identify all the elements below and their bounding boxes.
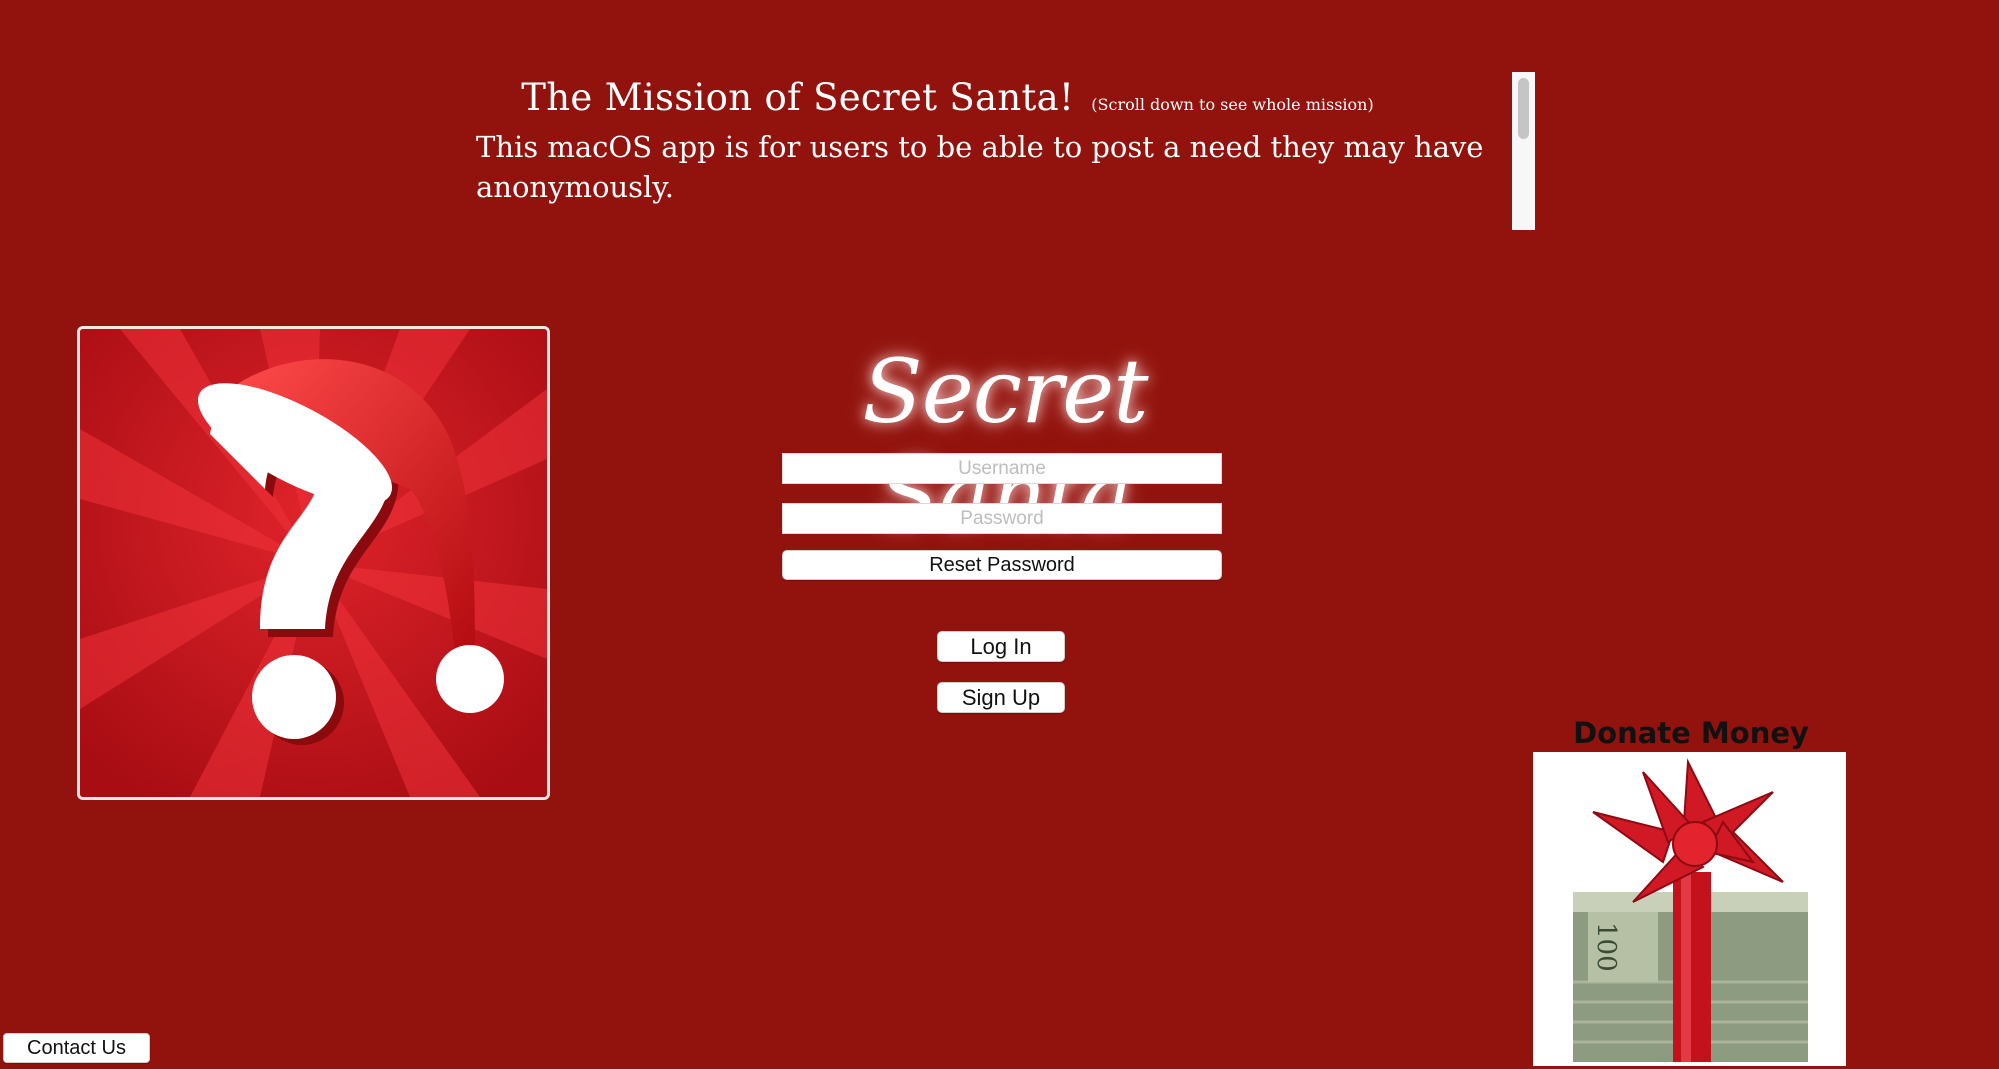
donate-money-image[interactable]: 100	[1533, 752, 1846, 1066]
mission-paragraph: This macOS app is for users to be able t…	[476, 130, 1484, 204]
money-gift-bow-icon: 100	[1533, 752, 1846, 1066]
santa-hat-question-icon	[80, 329, 547, 797]
password-input[interactable]	[782, 503, 1222, 534]
santa-logo-image	[77, 326, 550, 800]
sign-up-button[interactable]: Sign Up	[937, 682, 1065, 713]
mission-title: The Mission of Secret Santa!	[521, 76, 1075, 119]
contact-us-button[interactable]: Contact Us	[3, 1033, 150, 1063]
mission-header: The Mission of Secret Santa! (Scroll dow…	[470, 76, 1535, 119]
log-in-button[interactable]: Log In	[937, 631, 1065, 662]
username-input[interactable]	[782, 453, 1222, 484]
bill-denomination: 100	[1591, 922, 1621, 972]
mission-scrollbar[interactable]	[1512, 72, 1535, 230]
mission-panel[interactable]: The Mission of Secret Santa! (Scroll dow…	[470, 66, 1535, 229]
reset-password-button[interactable]: Reset Password	[782, 550, 1222, 580]
donate-money-title[interactable]: Donate Money	[1536, 716, 1846, 750]
mission-scrollbar-thumb[interactable]	[1518, 78, 1529, 139]
mission-scroll-note: (Scroll down to see whole mission)	[1091, 95, 1374, 114]
